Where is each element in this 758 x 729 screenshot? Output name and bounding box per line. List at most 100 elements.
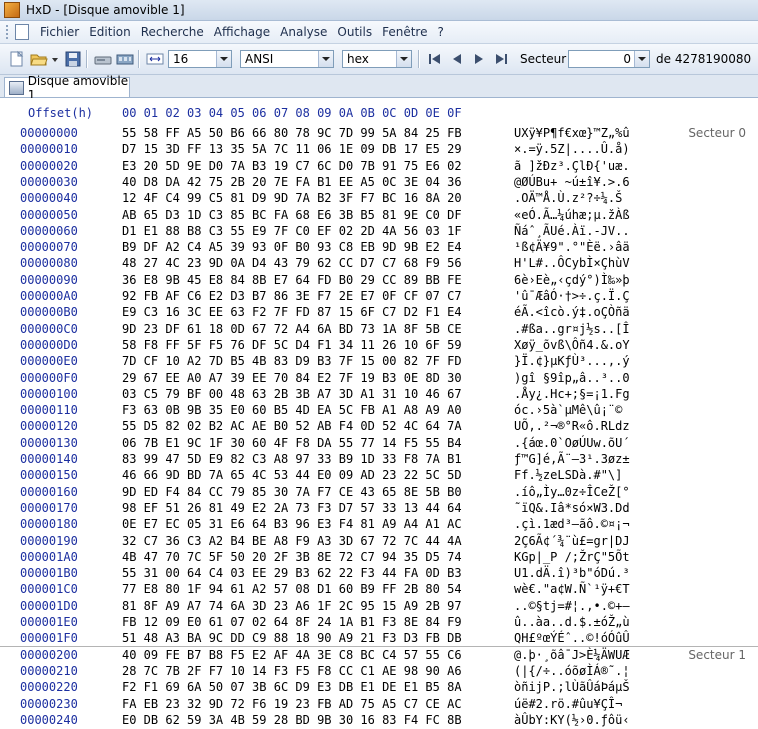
hex-row[interactable]: 00000230 FA EB 23 32 9D 72 F6 19 23 FB AD… [0,697,758,713]
hex-row[interactable]: 00000080 48 27 4C 23 9D 0A D4 43 79 62 CC… [0,256,758,272]
last-sector-icon[interactable] [492,50,510,68]
row-hex-bytes[interactable]: 98 EF 51 26 81 49 E2 2A 73 F3 D7 57 33 1… [122,501,462,515]
hex-row[interactable]: 00000160 9D ED F4 84 CC 79 85 30 7A F7 CE… [0,485,758,501]
row-text[interactable]: úë#2.rö.#û­u¥ÇÎ¬ [514,697,622,711]
hex-row[interactable]: 000000A0 92 FB AF C6 E2 D3 B7 86 3E F7 2E… [0,289,758,305]
hex-row[interactable]: 00000180 0E E7 EC 05 31 E6 64 B3 96 E3 F4… [0,517,758,533]
row-text[interactable]: 6è›Eè„‹çdý°)Ì‰»þ [514,273,630,287]
menu-affichage[interactable]: Affichage [209,25,275,39]
chevron-down-icon[interactable] [318,51,333,67]
row-text[interactable]: .çì.1æd³–ãô.©¤¡¬ [514,517,630,531]
row-hex-bytes[interactable]: FB 12 09 E0 61 07 02 64 8F 24 1A B1 F3 8… [122,615,462,629]
row-text[interactable]: 2Ç6Ã¢´¾¨ù£=gr|DJ [514,534,630,548]
row-text[interactable]: û..àa..d.$.±óŽ„ù [514,615,630,629]
hex-row[interactable]: 000001C0 77 E8 80 1F 94 61 A2 57 08 D1 60… [0,582,758,598]
row-hex-bytes[interactable]: 40 09 FE B7 B8 F5 E2 AF 4A 3E C8 BC C4 5… [122,648,462,662]
sector-stepper[interactable]: 0 [568,50,650,68]
hex-row[interactable]: 00000070 B9 DF A2 C4 A5 39 93 0F B0 93 C8… [0,240,758,256]
hex-row[interactable]: 00000240 E0 DB 62 59 3A 4B 59 28 BD 9B 30… [0,713,758,729]
row-text[interactable]: )gî §9îp„â..³..0 [514,371,630,385]
document-icon[interactable] [15,24,29,40]
row-hex-bytes[interactable]: 92 FB AF C6 E2 D3 B7 86 3E F7 2E E7 0F C… [122,289,462,303]
row-hex-bytes[interactable]: FA EB 23 32 9D 72 F6 19 23 FB AD 75 A5 C… [122,697,462,711]
row-hex-bytes[interactable]: 0E E7 EC 05 31 E6 64 B3 96 E3 F4 81 A9 A… [122,517,462,531]
open-folder-icon[interactable] [30,50,48,68]
hex-row[interactable]: 00000110 F3 63 0B 9B 35 E0 60 B5 4D EA 5C… [0,403,758,419]
new-file-icon[interactable] [8,50,26,68]
hex-row[interactable]: 00000090 36 E8 9B 45 E8 84 8B E7 64 FD B0… [0,273,758,289]
row-hex-bytes[interactable]: 55 58 FF A5 50 B6 66 80 78 9C 7D 99 5A 8… [122,126,462,140]
save-icon[interactable] [64,50,82,68]
row-text[interactable]: ƒ™G]é‚Ã¨—3¹.3øz± [514,452,630,466]
row-text[interactable]: ã ]žÐz³.ÇlÐ{'uæ. [514,159,630,173]
row-hex-bytes[interactable]: E0 DB 62 59 3A 4B 59 28 BD 9B 30 16 83 F… [122,713,462,727]
hex-row[interactable]: 00000220 F2 F1 69 6A 50 07 3B 6C D9 E3 DB… [0,680,758,696]
open-ram-icon[interactable] [116,50,134,68]
row-hex-bytes[interactable]: 55 D5 82 02 B2 AC AE B0 52 AB F4 0D 52 4… [122,419,462,433]
row-text[interactable]: àÛbY:KY(½›0.ƒôü‹ [514,713,630,727]
row-hex-bytes[interactable]: 77 E8 80 1F 94 61 A2 57 08 D1 60 B9 FF 2… [122,582,462,596]
hex-row[interactable]: 00000040 12 4F C4 99 C5 81 D9 9D 7A B2 3F… [0,191,758,207]
tab-disque-amovible-1[interactable]: Disque amovible 1 [4,74,130,102]
row-text[interactable]: .{áœ.0`OøÚUw.õU´ [514,436,630,450]
menu-recherche[interactable]: Recherche [136,25,209,39]
row-hex-bytes[interactable]: 7D CF 10 A2 7D B5 4B 83 D9 B3 7F 15 00 8… [122,354,462,368]
row-hex-bytes[interactable]: F2 F1 69 6A 50 07 3B 6C D9 E3 DB E1 DE E… [122,680,462,694]
hex-row[interactable]: 000000D0 58 F8 FF 5F F5 76 DF 5C D4 F1 34… [0,338,758,354]
hex-row[interactable]: 00000120 55 D5 82 02 B2 AC AE B0 52 AB F4… [0,419,758,435]
row-text[interactable]: ¹ß¢Ä¥9".°"Èë.›âä [514,240,630,254]
hex-row[interactable]: 00000140 83 99 47 5D E9 82 C3 A8 97 33 B9… [0,452,758,468]
menu-outils[interactable]: Outils [332,25,377,39]
menu-edition[interactable]: Edition [84,25,136,39]
hex-row[interactable]: 00000100 03 C5 79 BF 00 48 63 2B 3B A7 3D… [0,387,758,403]
previous-sector-icon[interactable] [448,50,466,68]
row-hex-bytes[interactable]: D1 E1 88 B8 C3 55 E9 7F C0 EF 02 2D 4A 5… [122,224,462,238]
row-hex-bytes[interactable]: 32 C7 36 C3 A2 B4 BE A8 F9 A3 3D 67 72 7… [122,534,462,548]
row-hex-bytes[interactable]: 55 31 00 64 C4 03 EE 29 B3 62 22 F3 44 F… [122,566,462,580]
hex-row[interactable]: 00000210 28 7C 7B 2F F7 10 14 F3 F5 F8 CC… [0,664,758,680]
row-hex-bytes[interactable]: 29 67 EE A0 A7 39 EE 70 84 E2 7F 19 B3 0… [122,371,462,385]
menu-fenetre[interactable]: Fenêtre [377,25,432,39]
hex-row[interactable]: 000000C0 9D 23 DF 61 18 0D 67 72 A4 6A BD… [0,322,758,338]
open-dropdown-icon[interactable] [50,50,60,68]
row-hex-bytes[interactable]: B9 DF A2 C4 A5 39 93 0F B0 93 C8 EB 9D 9… [122,240,462,254]
charset-select[interactable]: ANSI [240,50,334,68]
hex-row[interactable]: 000001D0 81 8F A9 A7 74 6A 3D 23 A6 1F 2C… [0,599,758,615]
hex-row[interactable]: 000001A0 4B 47 70 7C 5F 50 20 2F 3B 8E 72… [0,550,758,566]
row-text[interactable]: 'û¯ÆâÓ·†>÷.ç.Ï.Ç [514,289,630,303]
row-hex-bytes[interactable]: 4B 47 70 7C 5F 50 20 2F 3B 8E 72 C7 94 3… [122,550,462,564]
row-hex-bytes[interactable]: F3 63 0B 9B 35 E0 60 B5 4D EA 5C FB A1 A… [122,403,462,417]
hex-row[interactable]: 00000150 46 66 9D BD 7A 65 4C 53 44 E0 09… [0,468,758,484]
hex-row[interactable]: 00000030 40 D8 DA 42 75 2B 20 7E FA B1 EE… [0,175,758,191]
row-text[interactable]: UXÿ¥P¶f€xœ}™Z„%û [514,126,630,140]
row-text[interactable]: .íô„Ìy…0z÷ÎCeŽ[° [514,485,630,499]
row-text[interactable]: Xøÿ_õvß\Ôñ4.&.oY [514,338,630,352]
row-text[interactable]: QH£ºœÝÉˆ..©!óÓûÛ [514,631,630,645]
row-hex-bytes[interactable]: AB 65 D3 1D C3 85 BC FA 68 E6 3B B5 81 9… [122,208,462,222]
row-text[interactable]: Ñáˆ¸ÃUé.Àï.-JV.. [514,224,630,238]
row-text[interactable]: }Ï.¢}µKƒÙ³...‚.ý [514,354,630,368]
row-text[interactable]: óc.›5à`µMê\û¡¨© [514,403,630,417]
row-hex-bytes[interactable]: 36 E8 9B 45 E8 84 8B E7 64 FD B0 29 CC 8… [122,273,462,287]
hex-row[interactable]: 00000010 D7 15 3D FF 13 35 5A 7C 11 06 1E… [0,142,758,158]
row-hex-bytes[interactable]: 40 D8 DA 42 75 2B 20 7E FA B1 EE A5 0C 3… [122,175,462,189]
hex-row[interactable]: 00000000 55 58 FF A5 50 B6 66 80 78 9C 7D… [0,126,758,142]
first-sector-icon[interactable] [426,50,444,68]
row-text[interactable]: ×.=ÿ.5Z|....Û.å) [514,142,630,156]
row-text[interactable]: wè€."a¢W.Ñ`¹ÿ+€T [514,582,630,596]
row-hex-bytes[interactable]: D7 15 3D FF 13 35 5A 7C 11 06 1E 09 DB 1… [122,142,462,156]
open-disk-icon[interactable] [94,50,112,68]
row-hex-bytes[interactable]: 03 C5 79 BF 00 48 63 2B 3B A7 3D A1 31 1… [122,387,462,401]
row-hex-bytes[interactable]: 58 F8 FF 5F F5 76 DF 5C D4 F1 34 11 26 1… [122,338,462,352]
hex-row[interactable]: 000000B0 E9 C3 16 3C EE 63 F2 7F FD 87 15… [0,305,758,321]
row-text[interactable]: òñijP.;lÙãÛáÞáµŠ [514,680,630,694]
chevron-down-icon[interactable] [396,51,411,67]
chevron-down-icon[interactable] [216,51,231,67]
menu-fichier[interactable]: Fichier [35,25,84,39]
hex-row[interactable]: 00000170 98 EF 51 26 81 49 E2 2A 73 F3 D7… [0,501,758,517]
row-hex-bytes[interactable]: 51 48 A3 BA 9C DD C9 88 18 90 A9 21 F3 D… [122,631,462,645]
bytes-per-row-select[interactable]: 16 [168,50,232,68]
row-text[interactable]: @ØÚBu+ ~ú±î¥.>.6 [514,175,630,189]
row-hex-bytes[interactable]: E3 20 5D 9E D0 7A B3 19 C7 6C D0 7B 91 7… [122,159,462,173]
hex-row[interactable]: 00000200 40 09 FE B7 B8 F5 E2 AF 4A 3E C8… [0,648,758,664]
